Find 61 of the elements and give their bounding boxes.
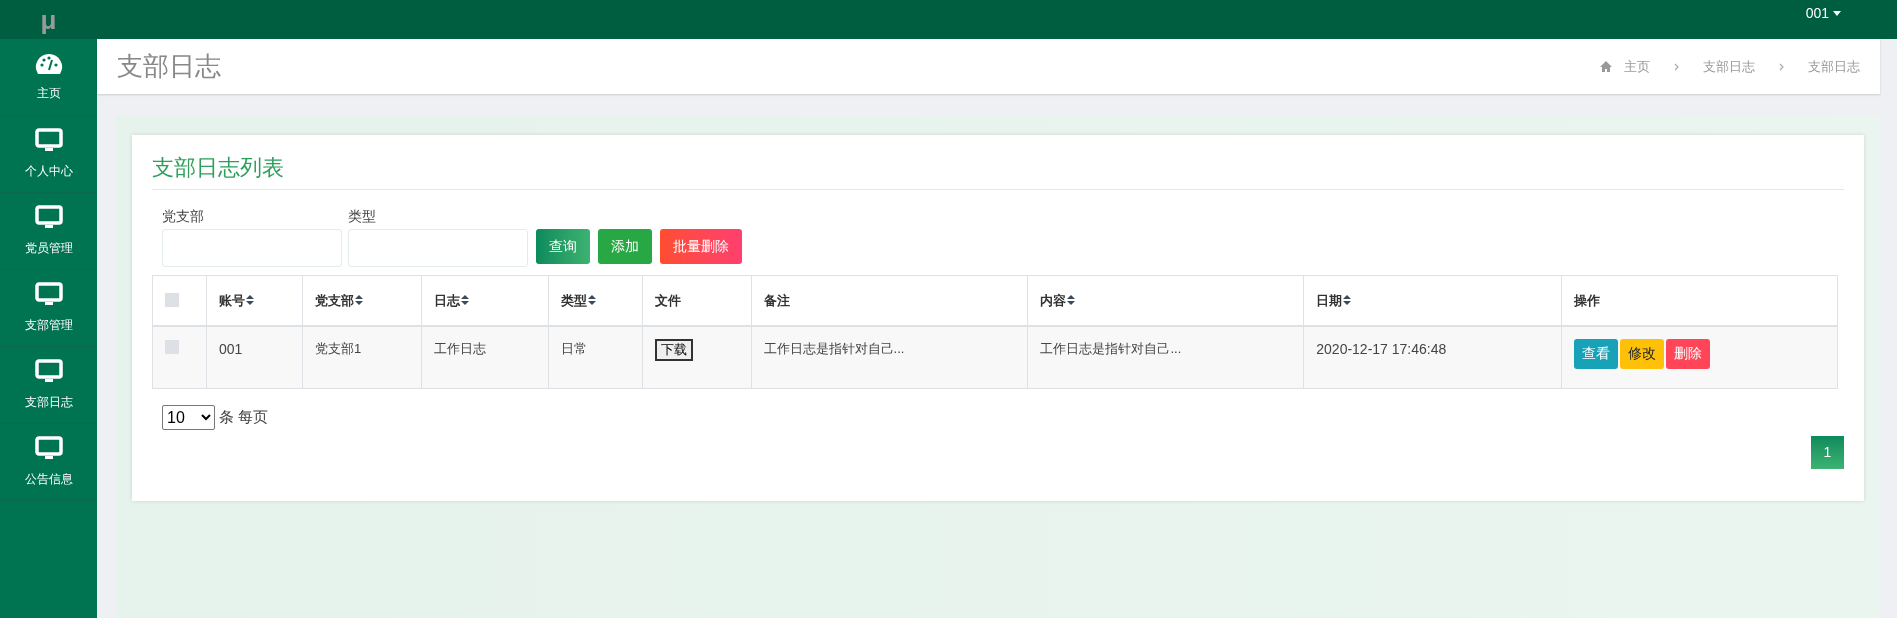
sort-icon[interactable] [1343, 295, 1352, 306]
row-action-button[interactable]: 修改 [1620, 338, 1665, 369]
sidebar-item[interactable]: 党员管理 [0, 193, 97, 270]
sort-icon[interactable] [1067, 295, 1076, 306]
breadcrumb-link[interactable]: 主页 [1624, 56, 1650, 77]
page-button[interactable]: 1 [1811, 436, 1844, 469]
row-action-button[interactable]: 删除 [1666, 338, 1711, 369]
breadcrumb-link[interactable]: 支部日志 [1808, 56, 1860, 77]
user-menu[interactable]: 001 [1805, 3, 1841, 24]
monitor-icon [34, 282, 63, 308]
table-cell: 工作日志 [433, 340, 486, 356]
logo: μ [40, 6, 57, 33]
filter-field[interactable] [348, 229, 528, 267]
sort-icon[interactable] [245, 295, 254, 306]
sort-icon[interactable] [354, 295, 363, 306]
page-size-select[interactable]: 10 [162, 405, 215, 430]
sidebar-item[interactable]: 支部日志 [0, 347, 97, 424]
page-title: 支部日志 [117, 50, 221, 83]
table-cell: 工作日志是指针对自己... [1040, 340, 1182, 356]
sort-icon[interactable] [460, 295, 469, 306]
table-cell: 党支部1 [314, 340, 362, 356]
column-header: 文件 [654, 291, 681, 310]
download-button[interactable]: 下载 [654, 338, 693, 361]
breadcrumb-link[interactable]: 支部日志 [1703, 56, 1755, 77]
column-header[interactable]: 党支部 [314, 290, 363, 310]
table-cell: 工作日志是指针对自己... [763, 340, 905, 356]
table-cell: 日常 [560, 340, 587, 356]
monitor-icon [34, 128, 63, 154]
card-title: 支部日志列表 [152, 155, 284, 180]
caret-icon [1833, 11, 1841, 16]
monitor-icon [34, 359, 63, 385]
action-button[interactable]: 批量删除 [660, 229, 742, 264]
filter-label: 党支部 [162, 207, 205, 226]
column-header[interactable]: 类型 [560, 290, 596, 310]
sidebar-item[interactable]: 个人中心 [0, 116, 97, 193]
row-checkbox[interactable] [165, 339, 179, 354]
filter-field[interactable] [162, 229, 342, 267]
column-header[interactable]: 日志 [433, 290, 469, 310]
action-button[interactable]: 查询 [536, 229, 590, 264]
table-cell: 001 [218, 340, 243, 357]
sidebar-item[interactable]: 主页 [0, 39, 97, 116]
table-cell: 2020-12-17 17:46:48 [1316, 340, 1447, 357]
sort-icon[interactable] [587, 295, 596, 306]
action-button[interactable]: 添加 [598, 229, 652, 264]
monitor-icon [34, 205, 63, 231]
column-header[interactable]: 内容 [1040, 290, 1076, 310]
dashboard-icon [34, 52, 63, 76]
column-header: 备注 [763, 291, 790, 310]
chevron-right-icon [1779, 62, 1784, 71]
sidebar-item[interactable]: 支部管理 [0, 270, 97, 347]
sidebar-item[interactable]: 公告信息 [0, 424, 97, 501]
column-header[interactable]: 账号 [218, 290, 254, 310]
column-header: 操作 [1574, 291, 1601, 310]
page-size-label: 条 每页 [219, 407, 269, 428]
select-all-checkbox[interactable] [165, 293, 179, 308]
monitor-icon [34, 436, 63, 462]
chevron-right-icon [1674, 62, 1679, 71]
home-icon [1600, 61, 1612, 72]
column-header[interactable]: 日期 [1316, 290, 1352, 310]
filter-label: 类型 [348, 207, 377, 226]
row-action-button[interactable]: 查看 [1574, 338, 1619, 369]
